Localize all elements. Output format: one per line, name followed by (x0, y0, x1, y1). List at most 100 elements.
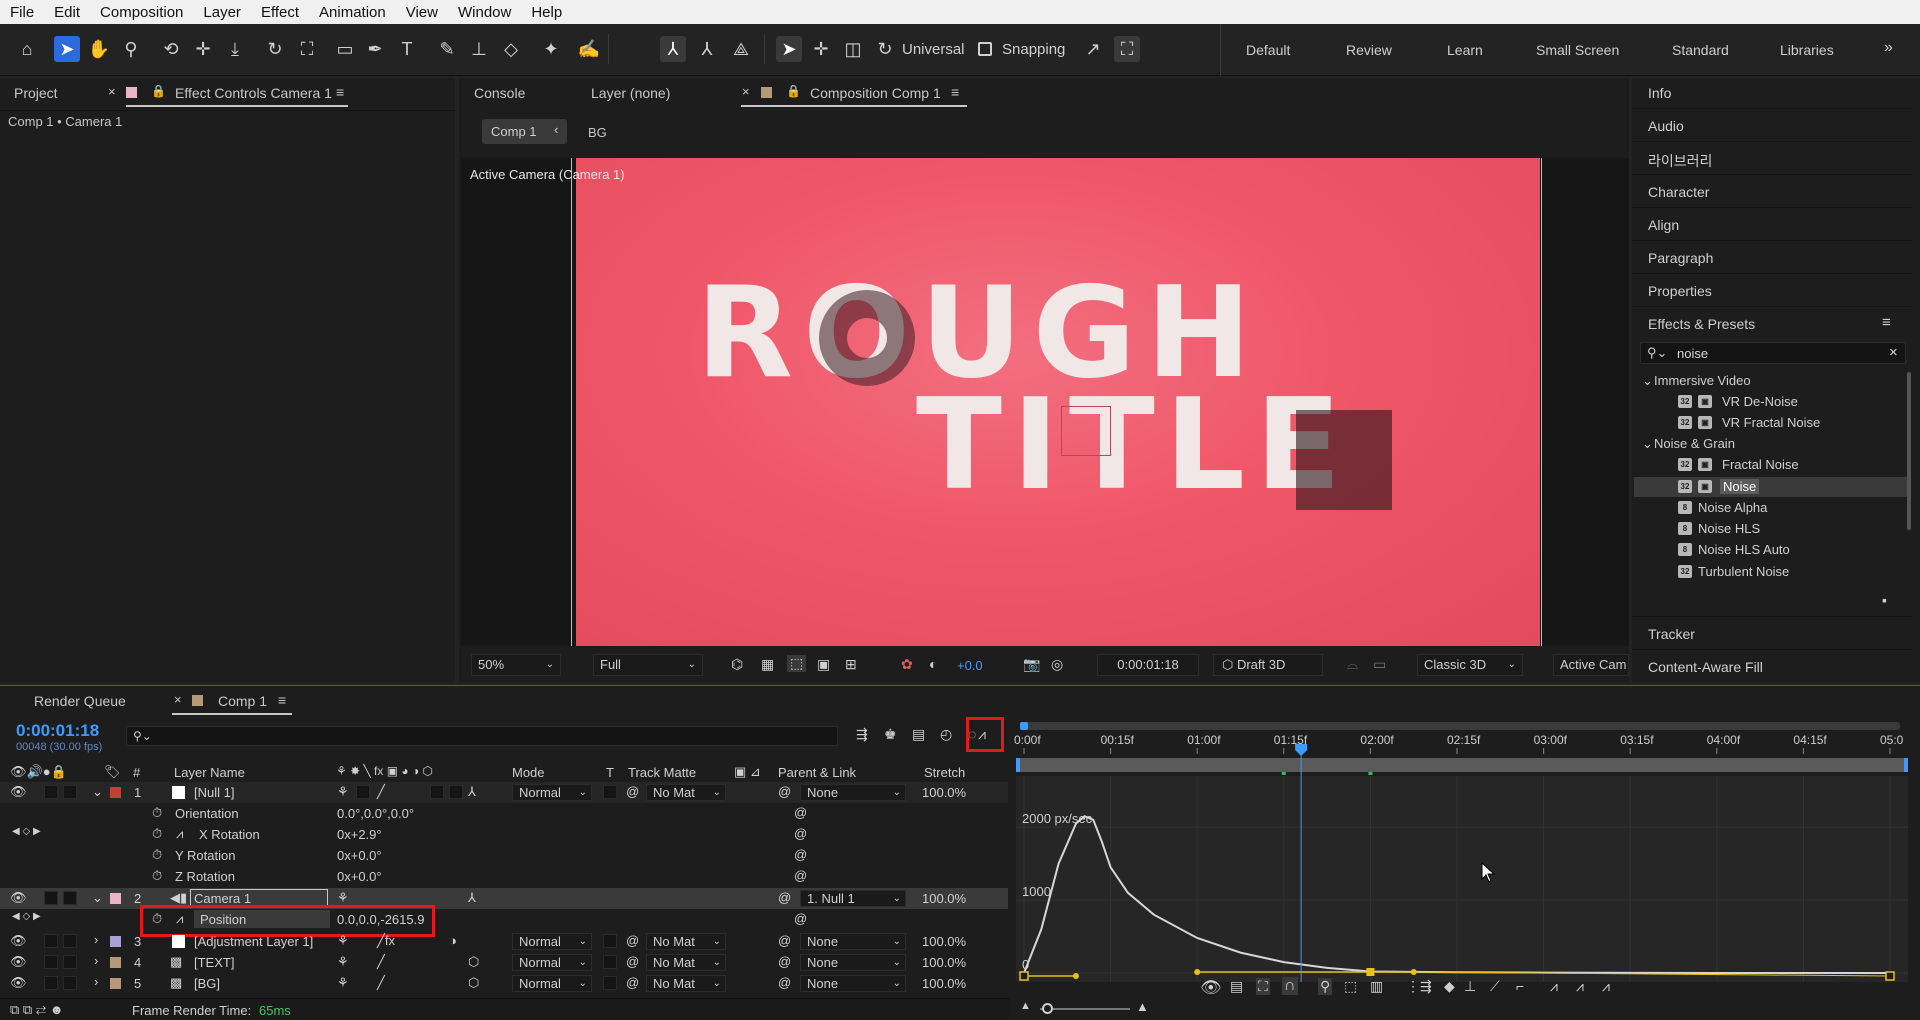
prop-row-z-rotation[interactable]: ⏱ Z Rotation 0x+0.0° @ (0, 866, 1008, 887)
region-interest-icon[interactable]: ▣ (817, 656, 830, 673)
view-axis-icon[interactable]: ⟁ (728, 36, 754, 62)
effects-presets-title[interactable]: Effects & Presets (1648, 316, 1755, 332)
selected-effect-row[interactable] (1634, 477, 1908, 497)
frame-blending-icon[interactable]: ▤ (912, 726, 925, 743)
keyframe-diamond-icon[interactable]: ◆ (1444, 978, 1455, 995)
panel-paragraph[interactable]: Paragraph (1648, 250, 1713, 266)
chevron-down-icon[interactable]: ⌄ (1642, 436, 1653, 452)
layer-name[interactable]: [TEXT] (194, 955, 234, 970)
quality-switch-icon[interactable]: ╱ (377, 784, 385, 800)
menu-window[interactable]: Window (448, 4, 521, 21)
draft-3d-button[interactable]: ⬡ Draft 3D (1213, 654, 1323, 676)
motion-blur-icon[interactable]: ◴ (940, 726, 952, 743)
menu-layer[interactable]: Layer (193, 4, 251, 21)
panel-menu-icon[interactable]: ≡ (1882, 314, 1891, 331)
preserve-transparency-toggle[interactable] (603, 955, 617, 969)
workspace-small-screen[interactable]: Small Screen (1536, 42, 1619, 58)
exposure-value[interactable]: +0.0 (957, 658, 983, 673)
panel-align[interactable]: Align (1648, 217, 1679, 233)
transparency-grid-icon[interactable]: ▦ (761, 656, 774, 673)
eye-icon[interactable]: 👁 (10, 933, 27, 949)
selection-tool-icon[interactable]: ➤ (54, 36, 80, 62)
workspace-default[interactable]: Default (1246, 42, 1290, 58)
layer-search-input[interactable]: ⚲⌄ (126, 726, 838, 746)
new-bin-icon[interactable]: ▪ (1882, 592, 1887, 608)
brush-tool-icon[interactable]: ✎ (434, 36, 460, 62)
resolution-dropdown[interactable]: Full ⌄ (593, 654, 703, 676)
layer-label-swatch[interactable] (110, 978, 121, 989)
effect-noise[interactable]: Noise (1720, 479, 1760, 494)
zoom-tool-icon[interactable]: ⚲ (118, 36, 144, 62)
snap-icon[interactable]: ∩ (1282, 977, 1298, 995)
parent-pickwhip-icon[interactable]: @ (778, 784, 791, 799)
close-tab-icon[interactable]: × (174, 692, 182, 707)
transform-box-icon[interactable]: ⛶ (1256, 978, 1270, 995)
chevron-down-icon[interactable]: ⌄ (1642, 373, 1653, 389)
stopwatch-icon[interactable]: ⏱ (152, 847, 162, 863)
stretch-value[interactable]: 100.0% (922, 955, 966, 970)
panel-menu-icon[interactable]: ≡ (336, 84, 344, 100)
solo-toggle[interactable] (44, 955, 58, 969)
panel-tracker[interactable]: Tracker (1648, 626, 1695, 642)
graph-toggle-icon[interactable]: ⩘ (176, 826, 183, 842)
panel-info[interactable]: Info (1648, 85, 1671, 101)
prop-value[interactable]: 0x+0.0° (337, 869, 382, 884)
chevron-right-icon[interactable]: › (94, 953, 98, 968)
zoom-in-icon[interactable]: ▲ (1136, 999, 1149, 1014)
layer-row-bg[interactable]: 👁 › 5 ▩ [BG] ⚘ ╱ ⬡ Normal ⌄ @ No Mat ⌄ @ N… (0, 973, 1008, 994)
3d-layer-icon[interactable]: ⬡ (468, 975, 479, 991)
color-manage-icon[interactable]: ◐ (929, 656, 937, 672)
shy-switch-icon[interactable]: ⚘ (337, 784, 349, 800)
layer-name[interactable]: [BG] (194, 976, 220, 991)
grid-guides-icon[interactable]: ⊞ (845, 656, 857, 673)
layer-label-swatch[interactable] (110, 936, 121, 947)
panel-menu-icon[interactable]: ≡ (278, 692, 286, 708)
select-3d-icon[interactable]: ➤ (776, 36, 802, 62)
3d-layer-icon[interactable]: ⬡ (468, 954, 479, 970)
show-snapshot-icon[interactable]: ◎ (1051, 656, 1063, 673)
prop-value[interactable]: 0.0°,0.0°,0.0° (337, 806, 414, 821)
menu-composition[interactable]: Composition (90, 4, 193, 21)
scale-3d-icon[interactable]: ◫ (840, 36, 866, 62)
panel-audio[interactable]: Audio (1648, 118, 1684, 134)
stopwatch-icon[interactable]: ⏱ (152, 805, 162, 821)
shy-switch-icon[interactable]: ⚘ (337, 933, 349, 949)
stopwatch-icon[interactable]: ⏱ (152, 868, 162, 884)
preserve-transparency-toggle[interactable] (603, 934, 617, 948)
parent-pickwhip-icon[interactable]: @ (778, 933, 791, 948)
effect-noise-hls-auto[interactable]: Noise HLS Auto (1698, 542, 1790, 557)
effect-turbulent-noise[interactable]: Turbulent Noise (1698, 564, 1789, 579)
expression-pickwhip-icon[interactable]: @ (794, 826, 807, 841)
footer-toggle-icons[interactable]: ⧉ ⧉ ⇄ ☻ (10, 1002, 63, 1018)
adjustment-layer-icon[interactable]: ◑ (449, 933, 457, 948)
quality-switch-icon[interactable]: ╱fx (377, 933, 395, 949)
track-matte-dropdown[interactable]: No Mat ⌄ (646, 933, 726, 950)
layer-row-text[interactable]: 👁 › 4 ▩ [TEXT] ⚘ ╱ ⬡ Normal ⌄ @ No Mat ⌄ @… (0, 952, 1008, 973)
composition-viewer[interactable]: ROUGH TITLE Active Camera (Camera 1) (461, 158, 1629, 646)
shy-layers-icon[interactable]: ♚ (884, 726, 897, 743)
mode-dropdown[interactable]: Normal ⌄ (512, 975, 592, 992)
fit-all-icon[interactable]: ▥ (1370, 978, 1383, 995)
close-tab-icon[interactable]: × (742, 84, 750, 99)
hold-keyframe-icon[interactable]: ⊥ (1464, 978, 1476, 995)
prop-row-orientation[interactable]: ⏱ Orientation 0.0°,0.0°,0.0° @ (0, 803, 1008, 824)
menu-help[interactable]: Help (521, 4, 572, 21)
renderer-dropdown[interactable]: Classic 3D ⌄ (1417, 654, 1523, 676)
eye-icon[interactable]: 👁 (10, 890, 27, 906)
universal-label[interactable]: Universal (902, 41, 965, 58)
shy-switch-icon[interactable]: ⚘ (337, 890, 349, 906)
clone-stamp-icon[interactable]: ⊥ (466, 36, 492, 62)
zoom-knob[interactable] (1042, 1003, 1053, 1014)
parent-dropdown[interactable]: None ⌄ (800, 954, 906, 971)
menu-animation[interactable]: Animation (309, 4, 396, 21)
keyframe-nav-icon[interactable]: ◀ ◇ ▶ (12, 911, 41, 922)
snapping-label[interactable]: Snapping (1002, 41, 1065, 58)
shy-switch-icon[interactable]: ⚘ (337, 954, 349, 970)
flow-comp1-button[interactable]: Comp 1 ‹ (482, 119, 567, 144)
lock-toggle[interactable] (63, 785, 77, 799)
chevron-down-icon[interactable]: ⌄ (92, 784, 103, 800)
show-properties-icon[interactable]: 👁 (1200, 978, 1222, 998)
preserve-transparency-toggle[interactable] (603, 785, 617, 799)
channel-icon[interactable]: ✿ (901, 656, 913, 673)
expression-pickwhip-icon[interactable]: @ (794, 911, 807, 926)
